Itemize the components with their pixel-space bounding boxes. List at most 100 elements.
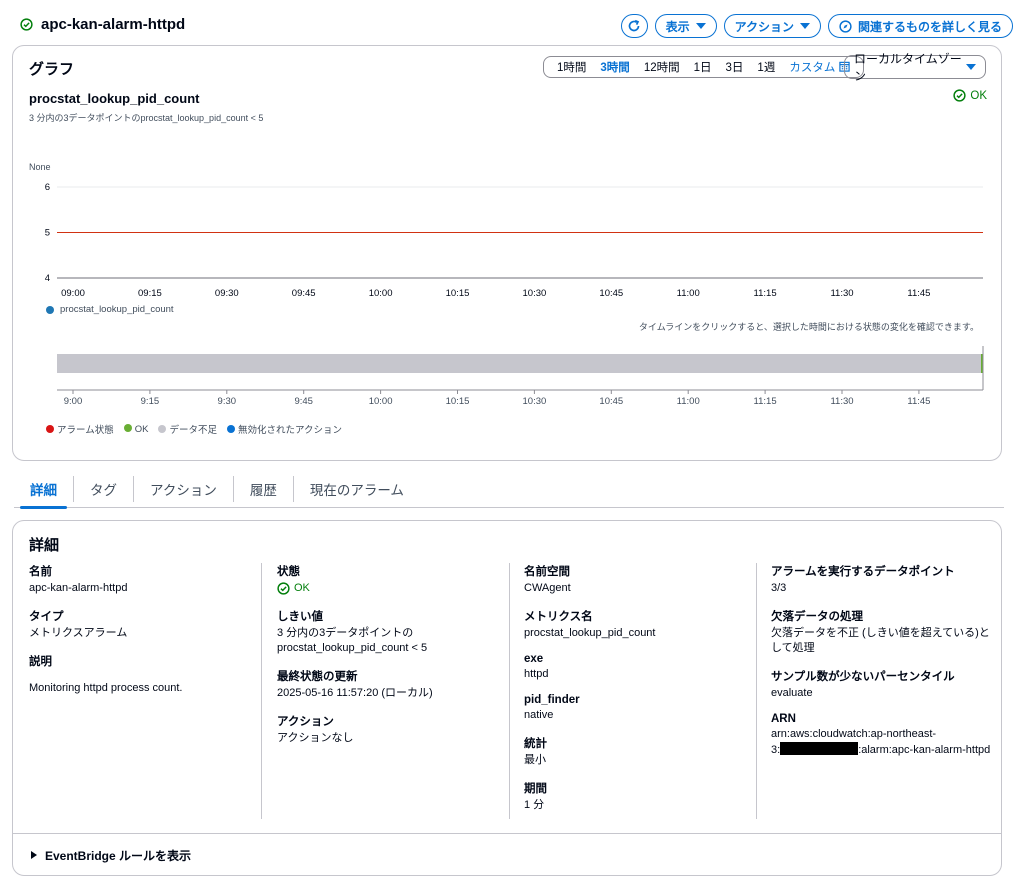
field-arn: ARN arn:aws:cloudwatch:ap-northeast- 3::… [771,713,996,758]
caret-right-icon [31,851,37,859]
refresh-button[interactable] [620,14,648,38]
timeline-tick-label: 10:45 [599,396,623,407]
field-label: 統計 [524,738,547,750]
actions-dropdown-button[interactable]: アクション [723,14,821,38]
field-description: 説明 Monitoring httpd process count. [29,653,259,696]
field-value: procstat_lookup_pid_count [524,627,656,639]
field-exe: exe httpd [524,653,754,682]
field-value: して処理 [771,642,815,654]
x-tick-label: 09:45 [292,288,316,299]
tab-tags[interactable]: タグ [74,476,134,502]
tab-history[interactable]: 履歴 [234,476,294,502]
explore-related-button[interactable]: 関連するものを詳しく見る [827,14,1013,38]
tab-details[interactable]: 詳細 [14,476,74,509]
series-legend-swatch [46,305,54,314]
timeline-insufficient-bar [57,354,983,373]
x-tick-label: 09:00 [61,288,85,299]
x-tick-label: 10:30 [523,288,547,299]
details-column-1: 名前 apc-kan-alarm-httpd タイプ メトリクスアラーム 説明 … [29,563,259,708]
compass-icon [839,19,852,33]
ok-swatch [123,423,132,432]
page-title: apc-kan-alarm-httpd [20,16,185,33]
field-value: メトリクスアラーム [29,627,128,639]
timeline-tick-label: 9:15 [141,396,160,407]
field-state: 状態 OK [277,563,507,596]
field-value: OK [277,581,507,596]
details-column-4: アラームを実行するデータポイント 3/3 欠落データの処理 欠落データを不正 (… [771,563,996,770]
field-metric-name: メトリクス名 procstat_lookup_pid_count [524,608,754,641]
field-pid-finder: pid_finder native [524,694,754,723]
legend-ok: OK [123,423,148,435]
state-legend: アラーム状態 OK データ不足 無効化されたアクション [46,422,342,436]
state-text: OK [294,582,310,594]
timeline-tick-label: 11:00 [677,396,700,407]
page-header: apc-kan-alarm-httpd 表示 アクション 関連するものを詳しく見… [0,0,1015,50]
field-actions: アクション アクションなし [277,713,507,746]
x-tick-label: 11:45 [907,288,930,299]
x-tick-label: 10:00 [369,288,393,299]
x-tick-label: 11:15 [754,288,777,299]
field-label: タイプ [29,611,64,623]
field-threshold: しきい値 3 分内の3データポイントの procstat_lookup_pid_… [277,608,507,656]
legend-disabled: 無効化されたアクション [226,422,342,436]
x-tick-label: 10:15 [446,288,470,299]
header-actions: 表示 アクション 関連するものを詳しく見る [620,14,1013,38]
field-label: 最終状態の更新 [277,671,358,683]
field-label: サンプル数が少ないパーセンタイル [771,671,955,683]
arn-suffix: :alarm:apc-kan-alarm-httpd [858,744,991,756]
arn-line-2: 3::alarm:apc-kan-alarm-httpd [771,742,996,758]
view-dropdown-button[interactable]: 表示 [654,14,717,38]
field-last-update: 最終状態の更新 2025-05-16 11:57:20 (ローカル) [277,668,507,701]
field-name: 名前 apc-kan-alarm-httpd [29,563,259,596]
alarm-name-title: apc-kan-alarm-httpd [41,16,186,33]
legend-disabled-label: 無効化されたアクション [237,425,342,436]
detail-tabs: 詳細 タグ アクション 履歴 現在のアラーム [14,476,1004,509]
field-label: メトリクス名 [524,611,593,623]
tab-current-alarms[interactable]: 現在のアラーム [294,476,420,502]
timeline-tick-label: 9:30 [218,396,237,407]
field-label: 期間 [524,783,547,795]
x-tick-label: 10:45 [599,288,623,299]
field-value: CWAgent [524,582,571,594]
field-datapoints: アラームを実行するデータポイント 3/3 [771,563,996,596]
column-divider [261,563,262,819]
status-ok-icon [277,582,290,595]
timeline-tick-label: 11:45 [907,396,930,407]
eventbridge-rules-expander[interactable]: EventBridge ルールを表示 [13,833,1001,876]
x-tick-label: 11:00 [677,288,700,299]
timeline-tick-label: 9:45 [294,396,313,407]
field-label: ARN [771,713,796,725]
field-value: 欠落データを不正 (しきい値を超えている)と [771,627,990,639]
field-value: Monitoring httpd process count. [29,682,183,694]
caret-down-icon [695,23,706,29]
field-namespace: 名前空間 CWAgent [524,563,754,596]
metric-chart: None 6 5 4 09:00 09:15 09:30 09:45 10:00 10:15 10:… [29,162,984,407]
field-label: 欠落データの処理 [771,611,863,623]
details-panel: 詳細 名前 apc-kan-alarm-httpd タイプ メトリクスアラーム … [12,520,1002,876]
field-value: 2025-05-16 11:57:20 (ローカル) [277,687,433,699]
x-tick-label: 09:15 [138,288,162,299]
series-legend-label: procstat_lookup_pid_count [60,304,174,315]
legend-alarm-label: アラーム状態 [57,425,114,436]
details-title: 詳細 [29,537,60,554]
view-button-label: 表示 [665,19,690,34]
field-label: 名前 [29,566,52,578]
tab-actions[interactable]: アクション [134,476,234,502]
timeline-tick-label: 11:15 [754,396,777,407]
field-period: 期間 1 分 [524,780,754,813]
legend-alarm: アラーム状態 [46,422,114,436]
field-statistic: 統計 最小 [524,735,754,768]
field-label: 名前空間 [524,566,570,578]
actions-button-label: アクション [734,19,794,34]
eventbridge-label: EventBridge ルールを表示 [45,848,192,863]
field-missing-data: 欠落データの処理 欠落データを不正 (しきい値を超えている)と して処理 [771,608,996,656]
refresh-icon [628,19,640,32]
details-column-2: 状態 OK しきい値 3 分内の3データポイントの procstat_looku… [277,563,507,758]
field-value: procstat_lookup_pid_count < 5 [277,642,428,654]
field-percentile: サンプル数が少ないパーセンタイル evaluate [771,668,996,701]
field-value: apc-kan-alarm-httpd [29,582,128,594]
details-column-3: 名前空間 CWAgent メトリクス名 procstat_lookup_pid_… [524,563,754,825]
series-legend: procstat_lookup_pid_count [46,304,174,315]
y-axis-label: None [29,162,51,172]
timeline-tick-label: 10:15 [446,396,470,407]
